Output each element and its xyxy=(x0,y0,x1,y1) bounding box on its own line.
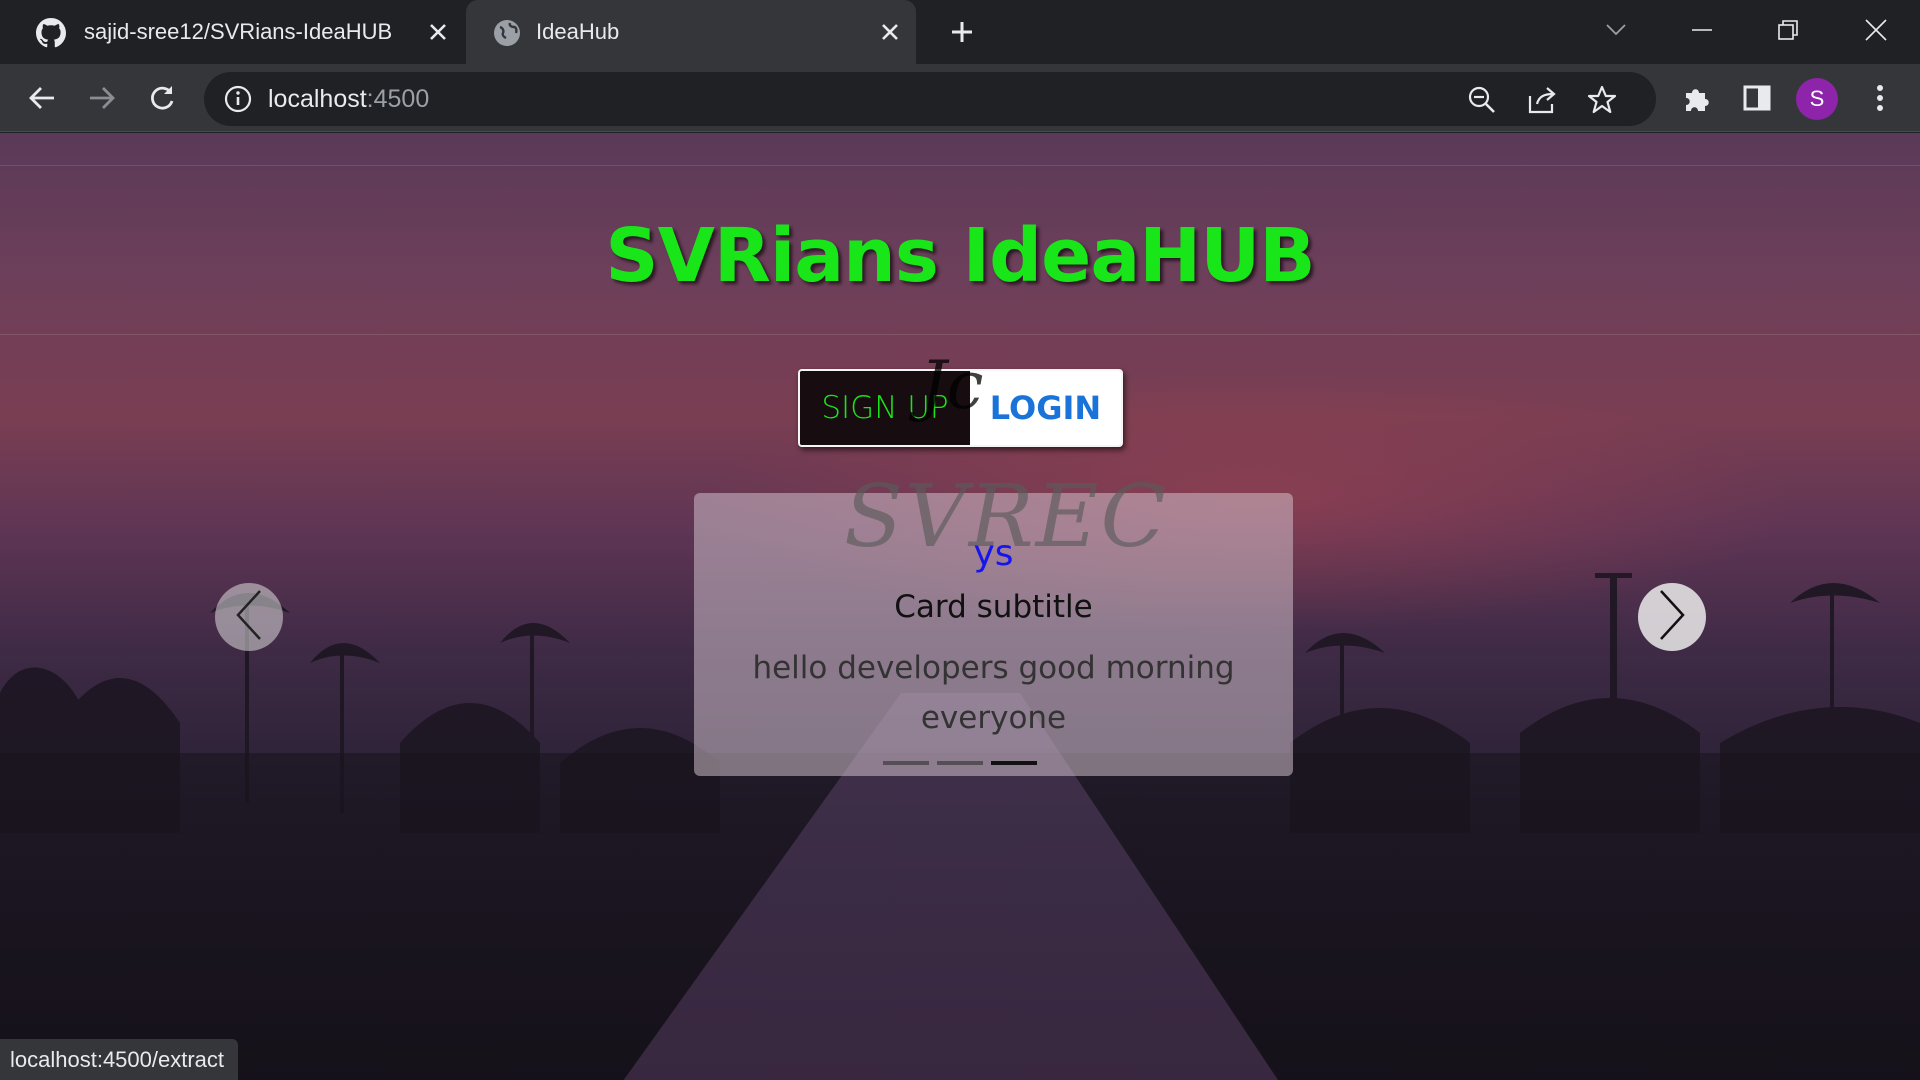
card-text: hello developers good morning everyone xyxy=(752,650,1235,736)
site-info-icon[interactable] xyxy=(224,85,252,113)
carousel-indicator-active[interactable] xyxy=(991,761,1037,765)
carousel-prev-button[interactable] xyxy=(215,583,283,651)
side-panel-icon[interactable] xyxy=(1739,80,1775,116)
browser-toolbar: localhost:4500 S xyxy=(0,64,1920,132)
restore-icon[interactable] xyxy=(1766,10,1810,50)
tab-ideahub[interactable]: IdeaHub xyxy=(466,0,916,64)
minimize-icon[interactable] xyxy=(1680,10,1724,50)
site-title: SVRians IdeaHUB xyxy=(605,213,1315,299)
extensions-puzzle-icon[interactable] xyxy=(1679,80,1715,116)
tab-title: IdeaHub xyxy=(536,19,620,44)
tab-search-chevron-icon[interactable] xyxy=(1594,10,1638,50)
tab-github[interactable]: sajid-sree12/SVRians-IdeaHUB xyxy=(0,0,466,64)
page-viewport: SVRians IdeaHUB SIGN UP LOGIN Jc SVREC y… xyxy=(0,133,1920,1080)
chevron-left-icon xyxy=(234,589,264,646)
back-arrow-icon[interactable] xyxy=(22,78,62,118)
address-bar[interactable]: localhost:4500 xyxy=(204,72,1656,126)
chevron-right-icon xyxy=(1657,589,1687,646)
github-icon xyxy=(36,18,66,48)
card-subtitle: Card subtitle xyxy=(894,589,1093,625)
bookmark-star-icon[interactable] xyxy=(1586,84,1618,116)
zoom-out-icon[interactable] xyxy=(1466,84,1498,116)
carousel-next-button[interactable] xyxy=(1638,583,1706,651)
status-url-bubble: localhost:4500/extract xyxy=(0,1039,239,1080)
reload-icon[interactable] xyxy=(142,78,182,118)
tab-strip: sajid-sree12/SVRians-IdeaHUB IdeaHub xyxy=(0,0,1920,64)
tab-title: sajid-sree12/SVRians-IdeaHUB xyxy=(84,19,393,44)
profile-avatar[interactable]: S xyxy=(1796,78,1838,120)
carousel-indicators xyxy=(883,761,1037,765)
signup-button[interactable]: SIGN UP xyxy=(800,371,970,445)
more-menu-icon[interactable] xyxy=(1862,80,1898,116)
login-button[interactable]: LOGIN xyxy=(970,371,1121,445)
share-icon[interactable] xyxy=(1526,84,1558,116)
forward-arrow-icon[interactable] xyxy=(82,78,122,118)
carousel-indicator[interactable] xyxy=(883,761,929,765)
url-text: localhost:4500 xyxy=(268,85,430,113)
carousel-indicator[interactable] xyxy=(937,761,983,765)
close-icon[interactable] xyxy=(424,18,452,46)
window-close-icon[interactable] xyxy=(1854,10,1898,50)
globe-icon xyxy=(492,18,522,48)
card-title: ys xyxy=(973,533,1014,574)
new-tab-button[interactable] xyxy=(944,14,980,50)
auth-button-group: SIGN UP LOGIN xyxy=(798,369,1123,447)
idea-card: SVREC ys Card subtitle hello developers … xyxy=(694,467,1293,776)
close-icon[interactable] xyxy=(876,18,904,46)
